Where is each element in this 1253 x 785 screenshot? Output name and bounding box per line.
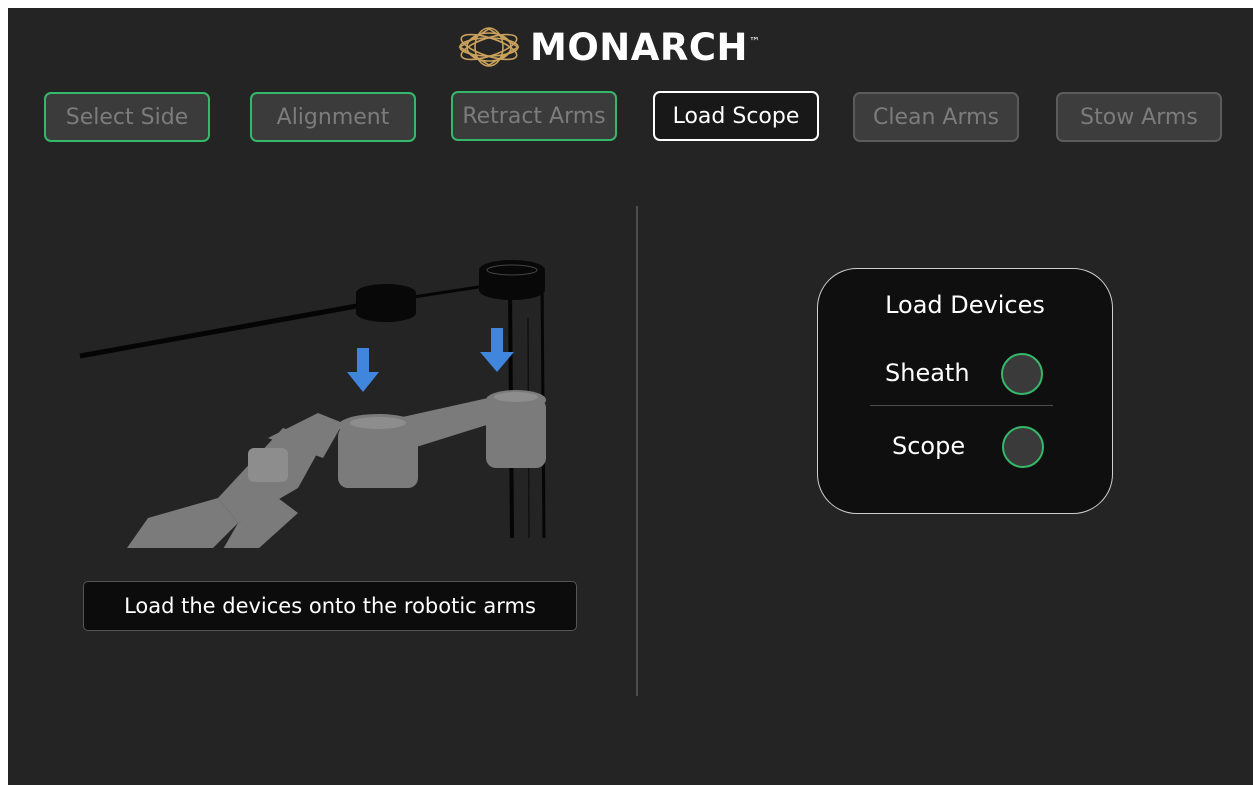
device-row-sheath: Sheath xyxy=(818,351,1112,399)
trademark-symbol: ™ xyxy=(748,34,760,48)
sheath-label: Sheath xyxy=(885,359,970,387)
robotic-arms-loading-illustration xyxy=(79,260,546,548)
step-retract-arms[interactable]: Retract Arms xyxy=(451,91,617,141)
step-clean-arms[interactable]: Clean Arms xyxy=(853,92,1019,142)
step-alignment[interactable]: Alignment xyxy=(250,92,416,142)
step-load-scope[interactable]: Load Scope xyxy=(653,91,819,141)
scope-status-indicator[interactable] xyxy=(1002,426,1044,468)
app-screen: MONARCH ™ Select Side Alignment Retract … xyxy=(8,8,1253,785)
load-devices-panel: Load Devices Sheath Scope xyxy=(817,268,1113,514)
step-stow-arms[interactable]: Stow Arms xyxy=(1056,92,1222,142)
brand-name: MONARCH xyxy=(530,25,748,69)
monarch-logo-icon xyxy=(458,27,520,67)
device-row-scope: Scope xyxy=(818,424,1112,472)
sheath-status-indicator[interactable] xyxy=(1001,353,1043,395)
load-devices-title: Load Devices xyxy=(885,291,1045,319)
device-divider xyxy=(870,405,1053,406)
panel-divider xyxy=(636,206,638,696)
scope-label: Scope xyxy=(892,432,966,460)
workflow-steps: Select Side Alignment Retract Arms Load … xyxy=(8,91,1253,144)
instruction-text: Load the devices onto the robotic arms xyxy=(83,581,577,631)
brand-header: MONARCH ™ xyxy=(458,22,760,72)
step-select-side[interactable]: Select Side xyxy=(44,92,210,142)
